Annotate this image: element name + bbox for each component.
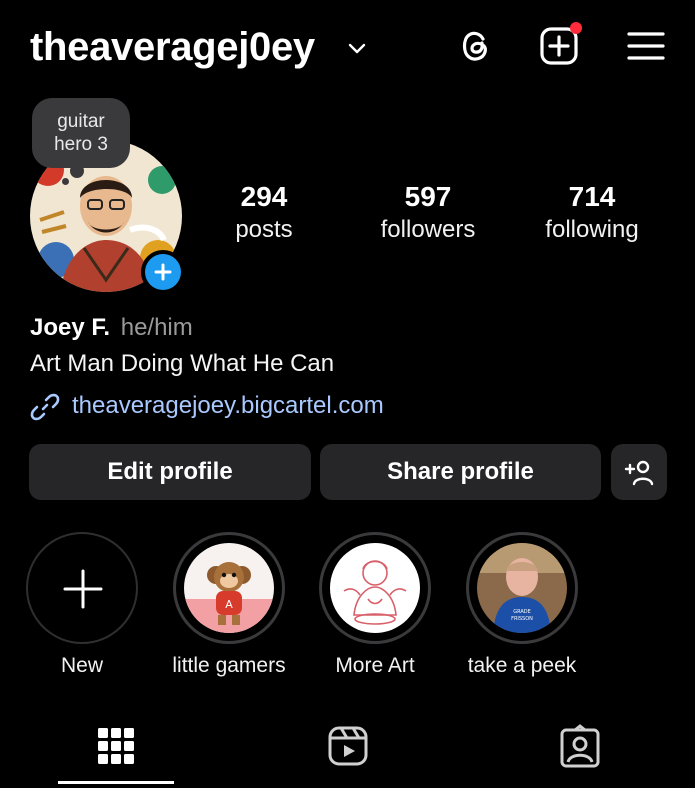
highlight-label: take a peek [467,654,577,677]
following-count: 714 [568,181,616,212]
svg-text:A: A [225,598,233,611]
followers-count: 597 [404,181,452,212]
posts-count: 294 [240,181,288,212]
highlight-label: New [60,654,103,677]
note-line-2: hero 3 [54,134,108,155]
profile-name-line: Joey F. he/him [30,312,193,344]
plus-icon [63,569,103,609]
note-tail [70,164,84,178]
highlight-label: little gamers [172,654,286,677]
note-line-1: guitar [57,111,105,132]
profile-pronouns: he/him [120,314,193,341]
chevron-down-icon[interactable] [346,37,368,59]
followers-stat[interactable]: 597 followers [363,180,493,246]
highlight-label: More Art [335,654,415,677]
plus-icon [154,263,172,281]
highlight-cover [330,543,420,633]
menu-icon[interactable] [624,24,668,68]
grid-icon[interactable] [94,724,138,768]
svg-text:FRISSON: FRISSON [511,616,533,622]
profile-name: Joey F. [30,314,111,341]
posts-label: posts [235,216,293,243]
share-profile-button[interactable]: Share profile [320,444,601,500]
highlight-cover: GRADE FRISSON [477,543,567,633]
discover-people-button[interactable] [611,444,667,500]
highlight-new-ring[interactable] [26,532,138,644]
posts-stat[interactable]: 294 posts [199,180,329,246]
svg-text:GRADE: GRADE [513,609,531,615]
note-tail-small [62,178,69,185]
add-person-icon [624,460,654,486]
profile-username[interactable]: theaveragej0ey [30,22,315,72]
reels-icon[interactable] [326,724,370,768]
tagged-icon[interactable] [558,724,602,768]
profile-bio: Art Man Doing What He Can [30,350,335,377]
followers-label: followers [380,216,476,243]
profile-note[interactable]: guitar hero 3 [32,98,130,168]
edit-profile-button[interactable]: Edit profile [29,444,311,500]
link-icon [30,393,60,421]
active-tab-indicator [58,781,174,784]
highlight-cover: A [184,543,274,633]
profile-link-text[interactable]: theaveragejoey.bigcartel.com [72,390,384,422]
add-story-button[interactable] [141,250,185,294]
following-label: following [545,216,639,243]
notification-dot [570,22,582,34]
threads-icon[interactable] [453,24,497,68]
following-stat[interactable]: 714 following [527,180,657,246]
